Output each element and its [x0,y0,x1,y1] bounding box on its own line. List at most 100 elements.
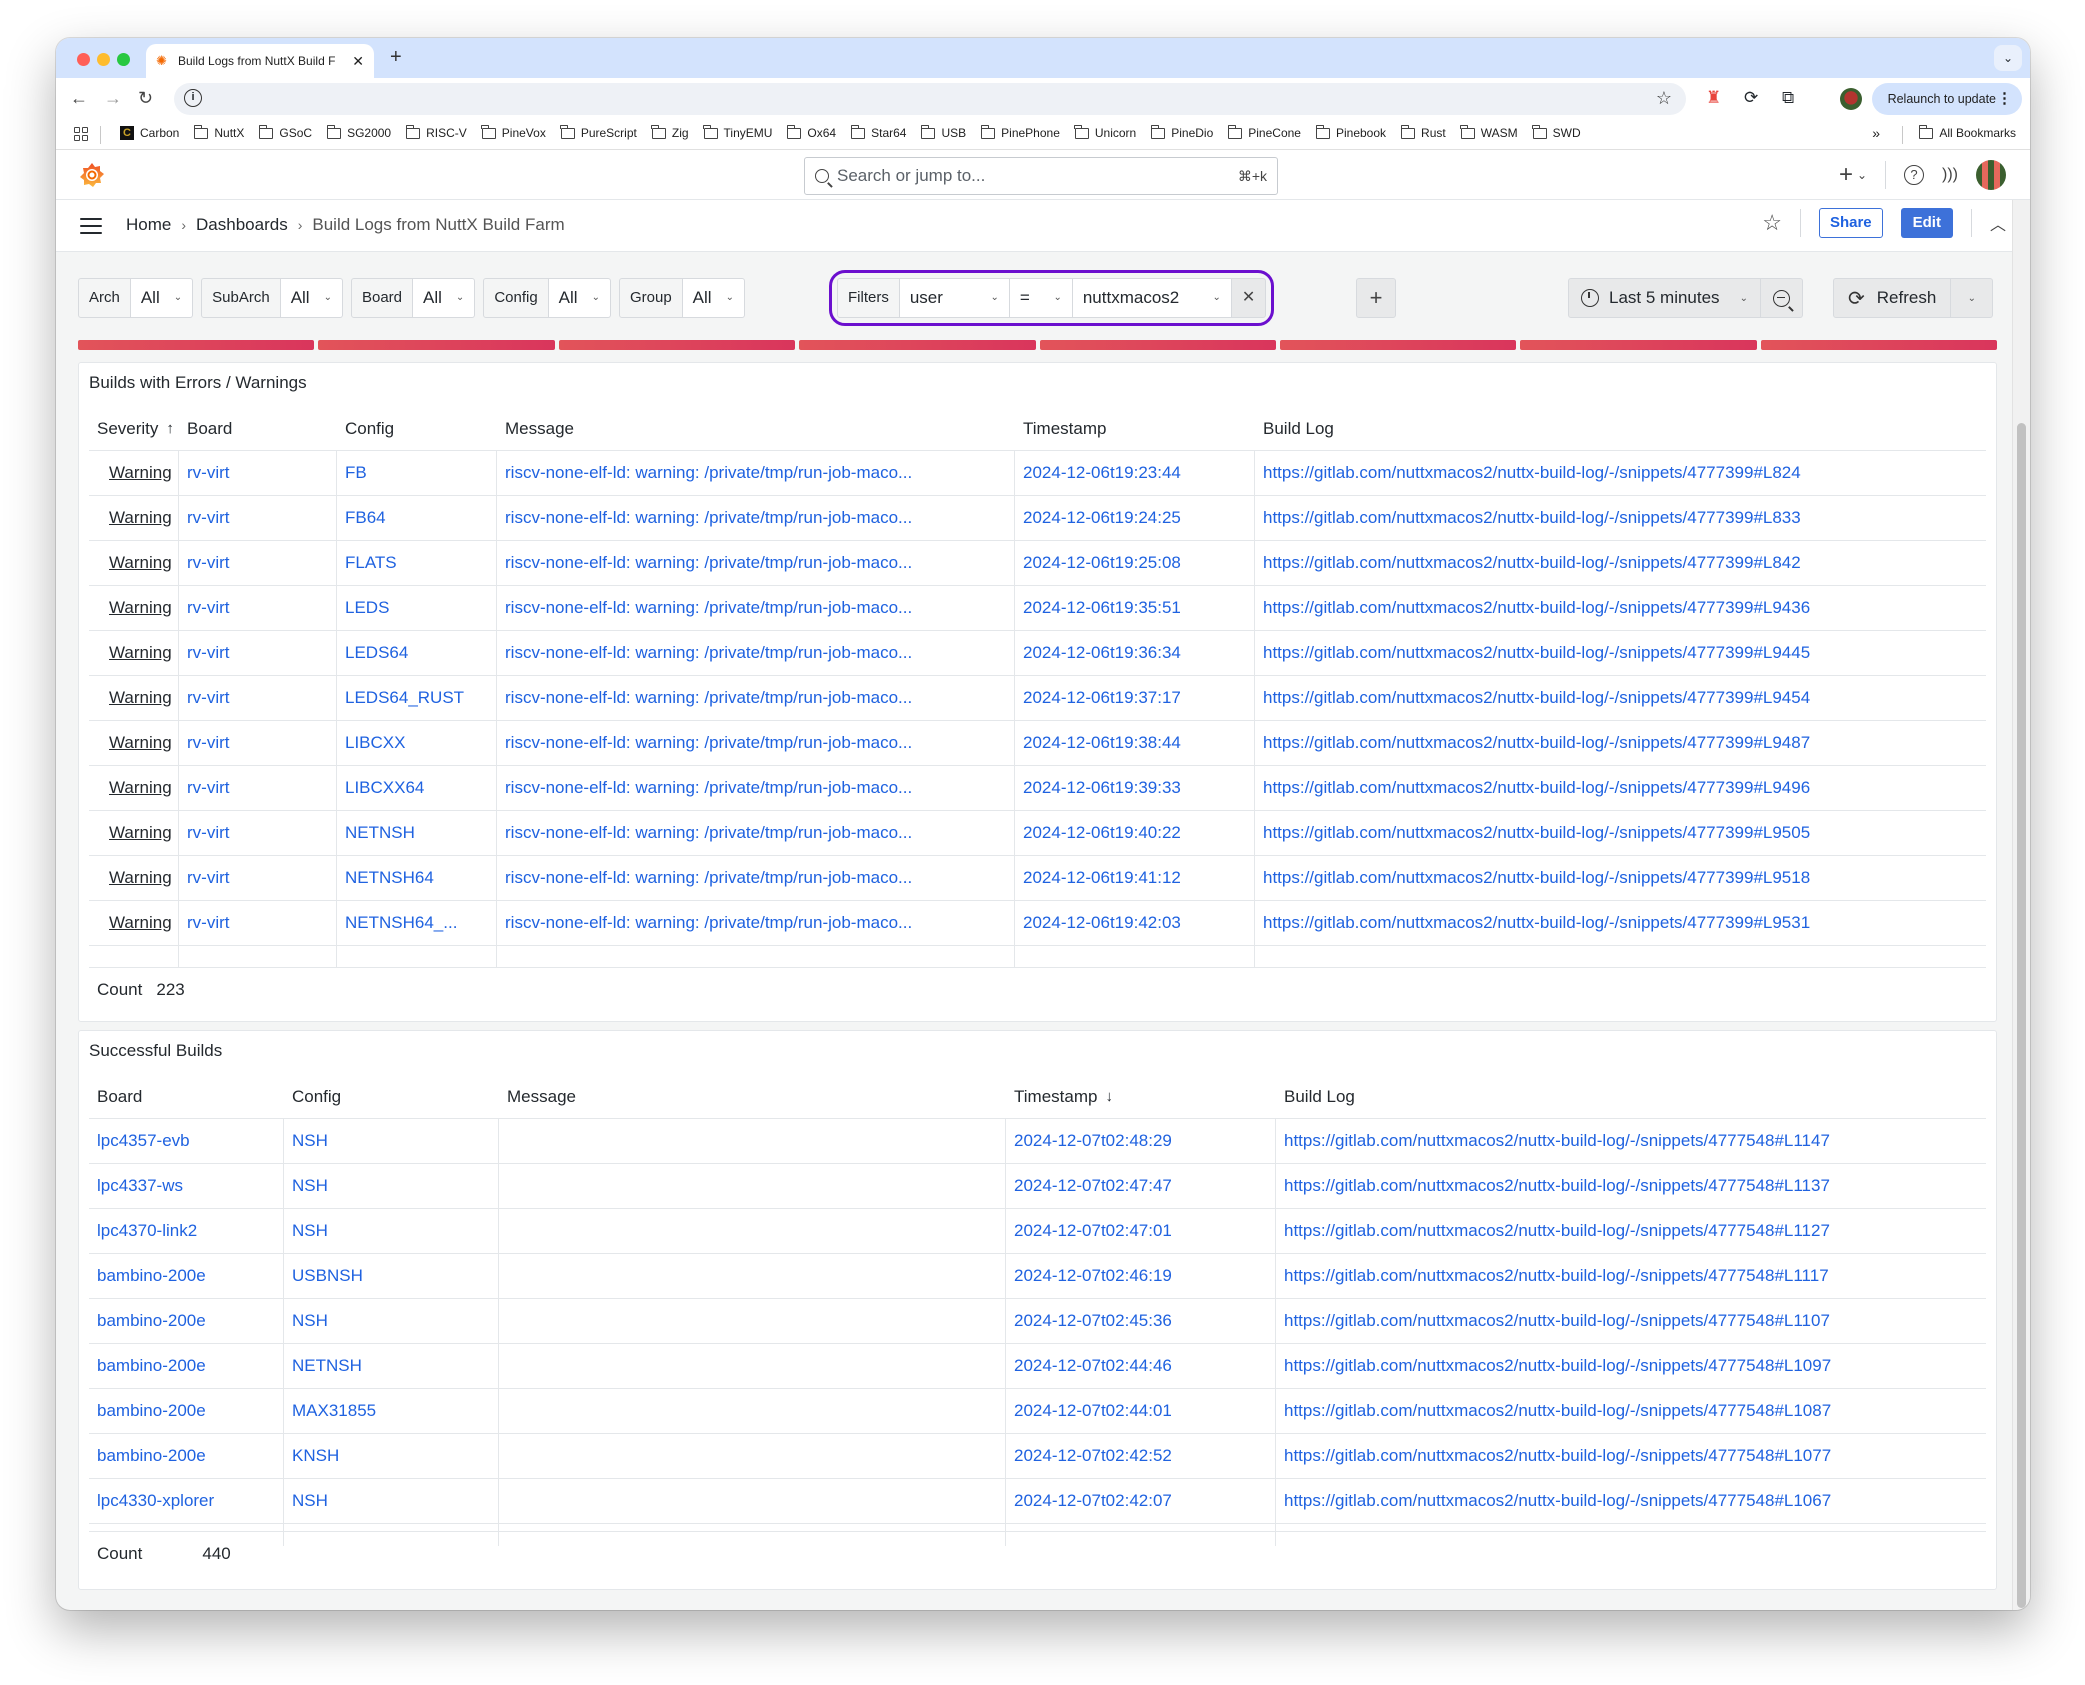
cell-message[interactable]: riscv-none-elf-ld: warning: /private/tmp… [497,451,1015,495]
bookmark-item[interactable]: RISC-V [405,124,467,140]
address-bar[interactable]: i ☆ [174,83,1686,115]
cell-config[interactable]: NETNSH64_... [337,901,497,945]
site-info-icon[interactable]: i [184,89,202,107]
apps-grid-icon[interactable] [74,127,88,141]
bookmark-item[interactable]: Rust [1400,124,1446,140]
cell-message[interactable]: riscv-none-elf-ld: warning: /private/tmp… [497,811,1015,855]
column-header[interactable]: Build Log [1276,1075,1986,1118]
cell-config[interactable]: LEDS [337,586,497,630]
favorite-star-icon[interactable]: ☆ [1762,210,1782,236]
cell-severity[interactable]: Warning [89,496,179,540]
cell-log[interactable]: https://gitlab.com/nuttxmacos2/nuttx-bui… [1255,631,1986,675]
cell-board[interactable]: lpc4330-xplorer [89,1479,284,1523]
bookmark-item[interactable]: Unicorn [1074,124,1136,140]
status-panel[interactable] [78,340,315,350]
cell-config[interactable]: NSH [284,1119,499,1163]
cell-board[interactable]: bambino-200e [89,1344,284,1388]
page-scrollbar-thumb[interactable] [2017,423,2026,1608]
back-arrow-icon[interactable]: ← [70,88,88,109]
column-header[interactable]: Message [497,407,1015,450]
cell-config[interactable]: USBNSH [284,1254,499,1298]
column-header[interactable]: Config [284,1075,499,1118]
cell-timestamp[interactable]: 2024-12-06t19:25:08 [1015,541,1255,585]
bookmark-item[interactable]: GSoC [258,124,312,140]
cell-board[interactable]: bambino-200e [89,1389,284,1433]
cell-severity[interactable]: Warning [89,676,179,720]
cell-config[interactable]: LIBCXX64 [337,766,497,810]
cell-board[interactable]: rv-virt [179,856,337,900]
cell-config[interactable]: LEDS64 [337,631,497,675]
bookmark-item[interactable]: NuttX [193,124,244,140]
cell-config[interactable]: FB64 [337,496,497,540]
cell-config[interactable]: KNSH [284,1434,499,1478]
variable-select[interactable]: All ⌄ [130,278,194,318]
cell-timestamp[interactable]: 2024-12-06t19:42:03 [1015,901,1255,945]
remove-filter-close-icon[interactable]: ✕ [1231,278,1267,318]
cell-timestamp[interactable]: 2024-12-06t19:41:12 [1015,856,1255,900]
column-header[interactable]: Message [499,1075,1006,1118]
cell-config[interactable]: NSH [284,1209,499,1253]
cell-timestamp[interactable]: 2024-12-06t19:35:51 [1015,586,1255,630]
collapse-chevron-up-icon[interactable]: ︿ [1990,211,2006,235]
column-header[interactable]: Timestamp ↓ [1006,1075,1276,1118]
cell-severity[interactable]: Warning [89,811,179,855]
bookmark-item[interactable]: Star64 [850,124,906,140]
add-filter-plus-button[interactable]: + [1356,278,1396,318]
status-panel[interactable] [1520,340,1757,350]
help-icon[interactable]: ? [1904,165,1925,185]
cell-timestamp[interactable]: 2024-12-07t02:42:52 [1006,1434,1276,1478]
status-panel[interactable] [1279,340,1517,350]
cell-message[interactable]: riscv-none-elf-ld: warning: /private/tmp… [497,496,1015,540]
cell-board[interactable]: rv-virt [179,496,337,540]
bookmark-item[interactable]: C Carbon [120,126,179,140]
cell-message[interactable]: riscv-none-elf-ld: warning: /private/tmp… [497,631,1015,675]
cell-severity[interactable]: Warning [89,631,179,675]
search-input[interactable]: Search or jump to... ⌘+k [804,157,1278,195]
cell-timestamp[interactable]: 2024-12-06t19:38:44 [1015,721,1255,765]
cell-log[interactable]: https://gitlab.com/nuttxmacos2/nuttx-bui… [1255,766,1986,810]
cell-timestamp[interactable]: 2024-12-06t19:23:44 [1015,451,1255,495]
cell-config[interactable]: NSH [284,1479,499,1523]
filter-operator-select[interactable]: = ⌄ [1009,278,1073,318]
edit-button[interactable]: Edit [1900,208,1953,238]
cell-board[interactable]: rv-virt [179,766,337,810]
status-panel[interactable] [558,340,796,350]
cell-timestamp[interactable]: 2024-12-07t02:47:47 [1006,1164,1276,1208]
cell-message[interactable]: riscv-none-elf-ld: warning: /private/tmp… [497,901,1015,945]
cell-timestamp[interactable]: 2024-12-06t19:40:22 [1015,811,1255,855]
cell-log[interactable]: https://gitlab.com/nuttxmacos2/nuttx-bui… [1276,1479,1986,1523]
cell-log[interactable]: https://gitlab.com/nuttxmacos2/nuttx-bui… [1255,676,1986,720]
cell-timestamp[interactable]: 2024-12-06t19:24:25 [1015,496,1255,540]
cell-log[interactable]: https://gitlab.com/nuttxmacos2/nuttx-bui… [1276,1164,1986,1208]
relaunch-to-update-button[interactable]: Relaunch to update ⋮ [1871,83,2022,115]
cell-config[interactable]: NSH [284,1299,499,1343]
cell-config[interactable]: MAX31855 [284,1389,499,1433]
cell-timestamp[interactable]: 2024-12-06t19:36:34 [1015,631,1255,675]
column-header[interactable]: Severity ↑ [89,407,179,450]
cell-log[interactable]: https://gitlab.com/nuttxmacos2/nuttx-bui… [1276,1299,1986,1343]
column-header[interactable]: Board [179,407,337,450]
cell-config[interactable]: NSH [284,1164,499,1208]
cell-log[interactable]: https://gitlab.com/nuttxmacos2/nuttx-bui… [1276,1434,1986,1478]
variable-select[interactable]: All ⌄ [682,278,745,318]
user-avatar[interactable] [1976,160,2006,190]
cell-severity[interactable]: Warning [89,451,179,495]
cell-config[interactable]: LEDS64_RUST [337,676,497,720]
cell-board[interactable]: rv-virt [179,811,337,855]
zoom-out-time-range-button[interactable] [1760,278,1803,318]
cell-timestamp[interactable]: 2024-12-07t02:46:19 [1006,1254,1276,1298]
cell-log[interactable]: https://gitlab.com/nuttxmacos2/nuttx-bui… [1255,811,1986,855]
cell-timestamp[interactable]: 2024-12-06t19:39:33 [1015,766,1255,810]
variable-select[interactable]: All ⌄ [280,278,343,318]
cell-board[interactable]: bambino-200e [89,1254,284,1298]
cell-message[interactable]: riscv-none-elf-ld: warning: /private/tmp… [497,586,1015,630]
time-range-button[interactable]: Last 5 minutes ⌄ [1568,278,1761,318]
cell-severity[interactable]: Warning [89,721,179,765]
cell-board[interactable]: lpc4357-evb [89,1119,284,1163]
bookmark-item[interactable]: TinyEMU [703,124,772,140]
cell-config[interactable]: LIBCXX [337,721,497,765]
cell-log[interactable]: https://gitlab.com/nuttxmacos2/nuttx-bui… [1276,1254,1986,1298]
bookmark-item[interactable]: PinePhone [980,124,1060,140]
cell-board[interactable]: rv-virt [179,676,337,720]
cell-log[interactable]: https://gitlab.com/nuttxmacos2/nuttx-bui… [1276,1389,1986,1433]
